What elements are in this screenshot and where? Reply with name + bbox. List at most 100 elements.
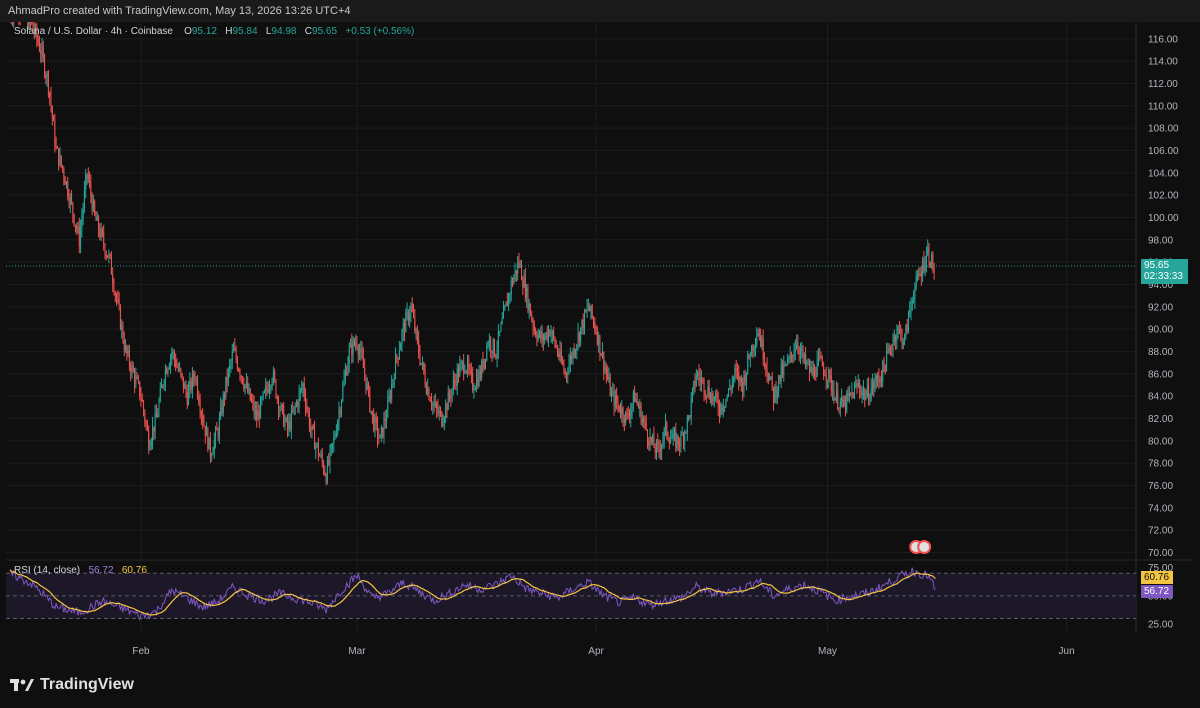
candle-body xyxy=(826,379,828,381)
candle-body xyxy=(780,365,782,382)
candle-body xyxy=(369,387,371,412)
candle-body xyxy=(49,92,51,96)
credit-bar: AhmadPro created with TradingView.com, M… xyxy=(0,0,1200,22)
chart-area[interactable]: 116.00 114.00 112.00 110.00 108.00 106.00 104.… xyxy=(6,22,1194,662)
candle-body xyxy=(518,262,520,265)
candle-body xyxy=(181,373,183,377)
y-tick-label: 92.00 xyxy=(1148,302,1173,313)
candle-body xyxy=(112,274,114,284)
candle-body xyxy=(887,350,889,352)
candle-body xyxy=(869,398,871,402)
chart-frame: AhmadPro created with TradingView.com, M… xyxy=(0,0,1200,708)
candle-body xyxy=(828,369,830,380)
candle-body xyxy=(532,320,534,328)
candle-body xyxy=(760,335,762,347)
candle-body xyxy=(225,376,227,397)
candle-body xyxy=(704,393,706,395)
tradingview-brand[interactable]: TradingView xyxy=(10,676,134,694)
candle-body xyxy=(695,375,697,386)
candle-body xyxy=(512,280,514,285)
candle-body xyxy=(748,354,750,358)
candle-body xyxy=(77,226,79,230)
candle-body xyxy=(436,403,438,409)
candle-body xyxy=(258,411,260,419)
candle-body xyxy=(191,373,193,390)
candle-body xyxy=(621,408,623,415)
rsi-value-tag-value: 56.72 xyxy=(1144,586,1170,597)
rsi-label[interactable]: RSI (14, close) xyxy=(14,565,80,576)
candle-body xyxy=(62,165,64,170)
candle-body xyxy=(218,417,220,437)
candle-body xyxy=(643,418,645,421)
candle-body xyxy=(377,422,379,438)
candle-body xyxy=(103,233,105,245)
candle-body xyxy=(699,377,701,383)
rsi-ma-value: 60.76 xyxy=(121,565,147,576)
close-value: 95.65 xyxy=(312,26,338,37)
candle-body xyxy=(842,397,844,407)
candle-body xyxy=(925,253,927,266)
candle-body xyxy=(158,401,160,415)
candle-body xyxy=(116,294,118,300)
candle-body xyxy=(137,378,139,382)
candle-body xyxy=(69,196,71,204)
candle-body xyxy=(162,385,164,387)
candle-body xyxy=(501,318,503,324)
candle-body xyxy=(307,408,309,413)
candle-body xyxy=(650,436,652,442)
candle-body xyxy=(637,403,639,409)
candle-body xyxy=(361,349,363,358)
candle-body xyxy=(460,362,462,366)
candle-body xyxy=(614,395,616,407)
candle-body xyxy=(698,372,700,378)
symbol-name[interactable]: Solana / U.S. Dollar · 4h · Coinbase xyxy=(14,26,173,37)
candle-body xyxy=(45,75,47,78)
candle-body xyxy=(868,385,870,402)
y-tick-label: 72.00 xyxy=(1148,526,1173,537)
candle-body xyxy=(37,38,39,44)
candle-body xyxy=(109,254,111,256)
candle-body xyxy=(216,429,218,431)
candle-body xyxy=(195,379,197,381)
candle-body xyxy=(731,381,733,389)
candle-body xyxy=(510,280,512,295)
candle-body xyxy=(749,356,751,358)
candle-body xyxy=(333,437,335,444)
candle-body xyxy=(352,340,354,355)
candle-body xyxy=(198,395,200,404)
candle-body xyxy=(542,334,544,341)
candle-body xyxy=(619,411,621,415)
candle-body xyxy=(901,331,903,345)
candle-body xyxy=(383,419,385,437)
rsi-legend: RSI (14, close) 56.72 60.76 xyxy=(14,565,147,576)
candle-body xyxy=(230,361,232,365)
candle-body xyxy=(762,338,764,360)
candle-body xyxy=(449,392,451,397)
candle-body xyxy=(677,436,679,445)
candle-body xyxy=(536,335,538,340)
candle-body xyxy=(229,364,231,370)
candle-body xyxy=(424,372,426,386)
x-tick-label: Jun xyxy=(1059,646,1075,657)
candle-body xyxy=(396,355,398,358)
candle-body xyxy=(478,370,480,386)
candle-body xyxy=(563,364,565,372)
chart-svg[interactable]: 116.00 114.00 112.00 110.00 108.00 106.00 104.… xyxy=(6,22,1194,662)
candle-body xyxy=(717,399,719,410)
candle-body xyxy=(882,361,884,382)
candle-body xyxy=(568,363,570,374)
candle-body xyxy=(668,439,670,443)
candle-body xyxy=(844,399,846,411)
candle-body xyxy=(382,427,384,437)
candle-body xyxy=(646,429,648,441)
candle-body xyxy=(128,350,130,366)
open-label: O xyxy=(184,26,192,37)
candle-body xyxy=(409,314,411,321)
candle-body xyxy=(245,382,247,385)
candle-body xyxy=(491,350,493,354)
candle-body xyxy=(353,340,355,345)
candle-body xyxy=(44,56,46,76)
candle-body xyxy=(688,415,690,418)
candle-body xyxy=(68,196,70,204)
candle-body xyxy=(577,332,579,346)
